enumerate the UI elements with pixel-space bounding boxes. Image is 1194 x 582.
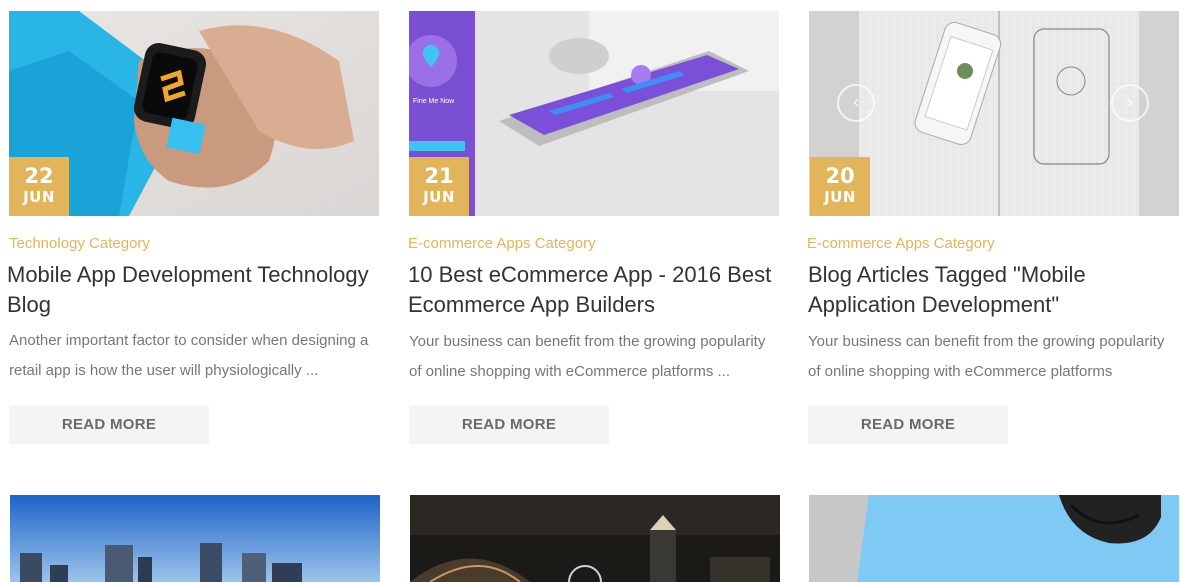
- blog-card: 22 JUN Technology Category Mobile App De…: [7, 11, 379, 444]
- post-thumbnail-wireframe[interactable]: ‹ › 20 JUN: [809, 11, 1179, 216]
- slider-next-arrow[interactable]: ›: [1111, 84, 1149, 122]
- post-category-link[interactable]: E-commerce Apps Category: [408, 235, 596, 252]
- city-skyline-image: [10, 495, 380, 582]
- post-date-badge: 20 JUN: [810, 157, 870, 216]
- read-more-button[interactable]: READ MORE: [808, 405, 1008, 444]
- blog-card: Fine Me Now 21 JUN E-commerce Apps Categ…: [408, 11, 779, 444]
- post-thumbnail-phone[interactable]: Fine Me Now 21 JUN: [409, 11, 779, 216]
- post-category-link[interactable]: Technology Category: [9, 235, 150, 252]
- read-more-button[interactable]: READ MORE: [409, 405, 609, 444]
- post-date-badge: 21 JUN: [409, 157, 469, 216]
- post-category-link[interactable]: E-commerce Apps Category: [807, 235, 995, 252]
- post-title[interactable]: 10 Best eCommerce App - 2016 Best Ecomme…: [408, 260, 788, 320]
- post-excerpt: Your business can benefit from the growi…: [808, 333, 1165, 380]
- post-thumbnail-smartwatch[interactable]: 22 JUN: [9, 11, 379, 216]
- post-excerpt: Another important factor to consider whe…: [9, 332, 369, 379]
- slider-prev-arrow[interactable]: ‹: [837, 84, 875, 122]
- date-day: 22: [24, 164, 54, 188]
- post-thumbnail-night-city[interactable]: [410, 495, 780, 582]
- desk-accessories-image: [809, 495, 1179, 582]
- post-excerpt: Your business can benefit from the growi…: [409, 333, 766, 380]
- night-city-image: [410, 495, 780, 582]
- post-title[interactable]: Blog Articles Tagged "Mobile Application…: [808, 260, 1188, 320]
- app-screen-label: Fine Me Now: [413, 98, 455, 105]
- post-date-badge: 22 JUN: [9, 157, 69, 216]
- blog-card: ‹ › 20 JUN E-commerce Apps Category Blog…: [807, 11, 1179, 444]
- date-day: 21: [424, 164, 454, 188]
- read-more-button[interactable]: READ MORE: [9, 405, 209, 444]
- date-month: JUN: [23, 188, 55, 206]
- post-title[interactable]: Mobile App Development Technology Blog: [7, 260, 387, 320]
- post-thumbnail-city-skyline[interactable]: [10, 495, 380, 582]
- date-month: JUN: [824, 188, 856, 206]
- post-thumbnail-desk[interactable]: [809, 495, 1179, 582]
- date-month: JUN: [423, 188, 455, 206]
- date-day: 20: [825, 164, 855, 188]
